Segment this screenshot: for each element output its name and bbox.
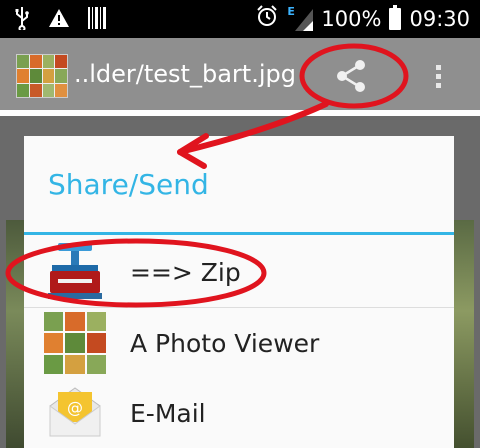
share-option-label: A Photo Viewer xyxy=(130,328,320,358)
overflow-menu-icon xyxy=(435,64,441,70)
background-photo-edge xyxy=(454,220,474,448)
share-option-label: E-Mail xyxy=(130,398,206,428)
file-path-title: ..lder/test_bart.jpg xyxy=(74,60,296,88)
battery-icon xyxy=(389,4,402,30)
status-bar: E 100% 09:30 xyxy=(0,0,480,38)
overflow-menu-button[interactable] xyxy=(428,54,448,98)
email-icon: @ xyxy=(44,380,106,442)
signal-icon: E xyxy=(287,5,314,31)
share-button[interactable] xyxy=(330,54,374,98)
photo-grid-icon xyxy=(44,312,106,374)
clock: 09:30 xyxy=(409,6,470,31)
share-option-zip[interactable]: ==> Zip xyxy=(24,237,454,307)
share-option-email[interactable]: @ E-Mail xyxy=(24,378,454,448)
usb-icon xyxy=(14,6,30,34)
zip-press-icon xyxy=(44,241,106,303)
share-icon xyxy=(337,60,365,92)
dialog-title: Share/Send xyxy=(48,168,209,201)
alarm-icon xyxy=(255,4,279,33)
warning-icon xyxy=(48,7,70,33)
dialog-title-divider xyxy=(24,232,454,235)
svg-text:@: @ xyxy=(67,398,83,417)
share-option-label: ==> Zip xyxy=(130,257,241,287)
battery-percent: 100% xyxy=(321,6,382,31)
barcode-icon xyxy=(88,7,106,33)
share-option-photo-viewer[interactable]: A Photo Viewer xyxy=(24,308,454,378)
share-dialog: Share/Send ==> Zip A Photo Viewer @ E-Ma… xyxy=(24,136,454,448)
app-thumbnail-icon[interactable] xyxy=(16,54,68,98)
action-bar: ..lder/test_bart.jpg xyxy=(0,38,480,110)
